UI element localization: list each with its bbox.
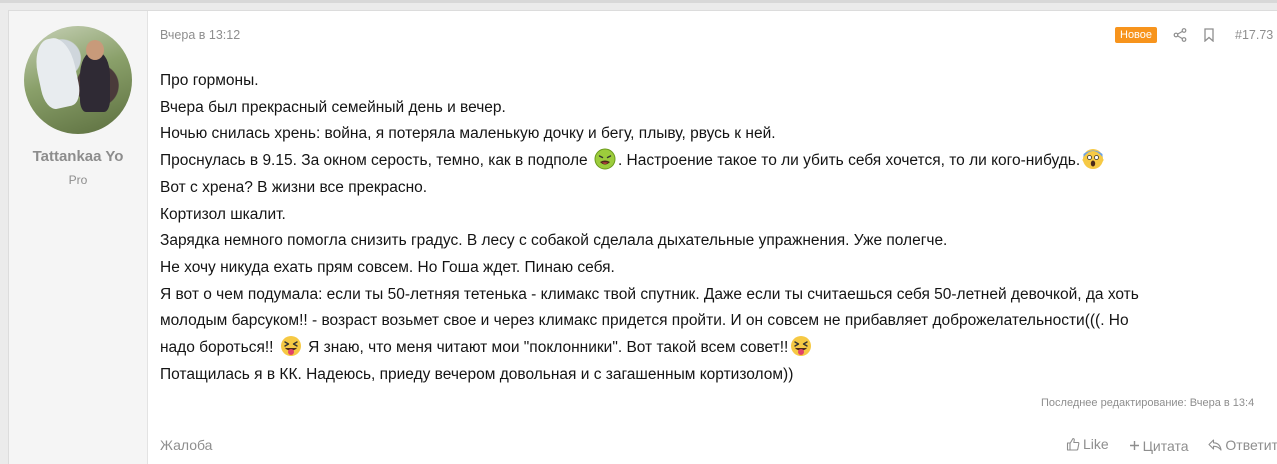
post-body: Про гормоны. Вчера был прекрасный семейн…: [160, 68, 1277, 388]
quote-label: Цитата: [1142, 437, 1189, 454]
post-actions: Like Цитата Ответит: [1066, 436, 1277, 454]
post-line: Кортизол шкалит.: [160, 205, 286, 223]
screaming-face-emoji: [1082, 149, 1104, 170]
reply-button[interactable]: Ответит: [1208, 437, 1277, 453]
share-icon[interactable]: [1173, 28, 1187, 42]
username[interactable]: Tattankaa Yo: [33, 148, 124, 165]
user-title: Pro: [68, 173, 88, 187]
reply-icon: [1208, 439, 1222, 451]
post-line: надо бороться!! Я знаю, что меня читают …: [160, 335, 1277, 362]
forum-post: Tattankaa Yo Pro Вчера в 13:12 Новое #17…: [8, 10, 1277, 464]
avatar-horse: [31, 34, 83, 112]
post-number[interactable]: #17.73: [1235, 28, 1273, 42]
post-line: Не хочу никуда ехать прям совсем. Но Гош…: [160, 258, 615, 276]
post-line: Зарядка немного помогла снизить градус. …: [160, 232, 948, 250]
post-line: Проснулась в 9.15. За окном серость, тем…: [160, 148, 1277, 175]
post-main: Вчера в 13:12 Новое #17.73 Про гормоны. …: [148, 11, 1277, 464]
new-badge: Новое: [1115, 27, 1158, 43]
post-date[interactable]: Вчера в 13:12: [160, 28, 240, 42]
thumbs-up-icon: [1066, 437, 1080, 451]
post-line: Про гормоны.: [160, 72, 259, 89]
post-line: Вот с хрена? В жизни все прекрасно.: [160, 178, 428, 196]
post-line-part: Я знаю, что меня читают мои "поклонники"…: [303, 339, 789, 357]
like-button[interactable]: Like: [1066, 436, 1109, 452]
quote-button[interactable]: Цитата: [1129, 438, 1189, 454]
top-divider: [0, 0, 1277, 3]
plus-icon: [1129, 441, 1139, 450]
tongue-face-emoji: [791, 336, 812, 357]
avatar-person: [80, 52, 110, 112]
nauseated-face-emoji: [594, 148, 616, 170]
post-line-part: . Настроение такое то ли убить себя хоче…: [617, 152, 1081, 170]
post-line: Ночью снилась хрень: война, я потеряла м…: [160, 125, 776, 143]
bookmark-icon[interactable]: [1203, 28, 1215, 42]
post-line: Вчера был прекрасный семейный день и веч…: [160, 98, 506, 116]
tongue-face-emoji: [280, 336, 301, 357]
post-line-part: Проснулась в 9.15. За окном серость, тем…: [160, 152, 592, 170]
post-line: молодым барсуком!! - возраст возьмет сво…: [160, 312, 1129, 330]
user-sidebar: Tattankaa Yo Pro: [9, 11, 148, 464]
avatar[interactable]: [24, 26, 132, 134]
post-line: Я вот о чем подумала: если ты 50-летняя …: [160, 285, 1139, 303]
like-label: Like: [1083, 436, 1109, 452]
report-link[interactable]: Жалоба: [160, 437, 212, 453]
avatar-head: [86, 40, 104, 60]
last-edited: Последнее редактирование: Вчера в 13:4: [1041, 397, 1255, 409]
post-line: Потащилась я в КК. Надеюсь, приеду вечер…: [160, 365, 794, 383]
reply-label: Ответит: [1225, 437, 1277, 453]
post-line-part: надо бороться!!: [160, 339, 278, 357]
